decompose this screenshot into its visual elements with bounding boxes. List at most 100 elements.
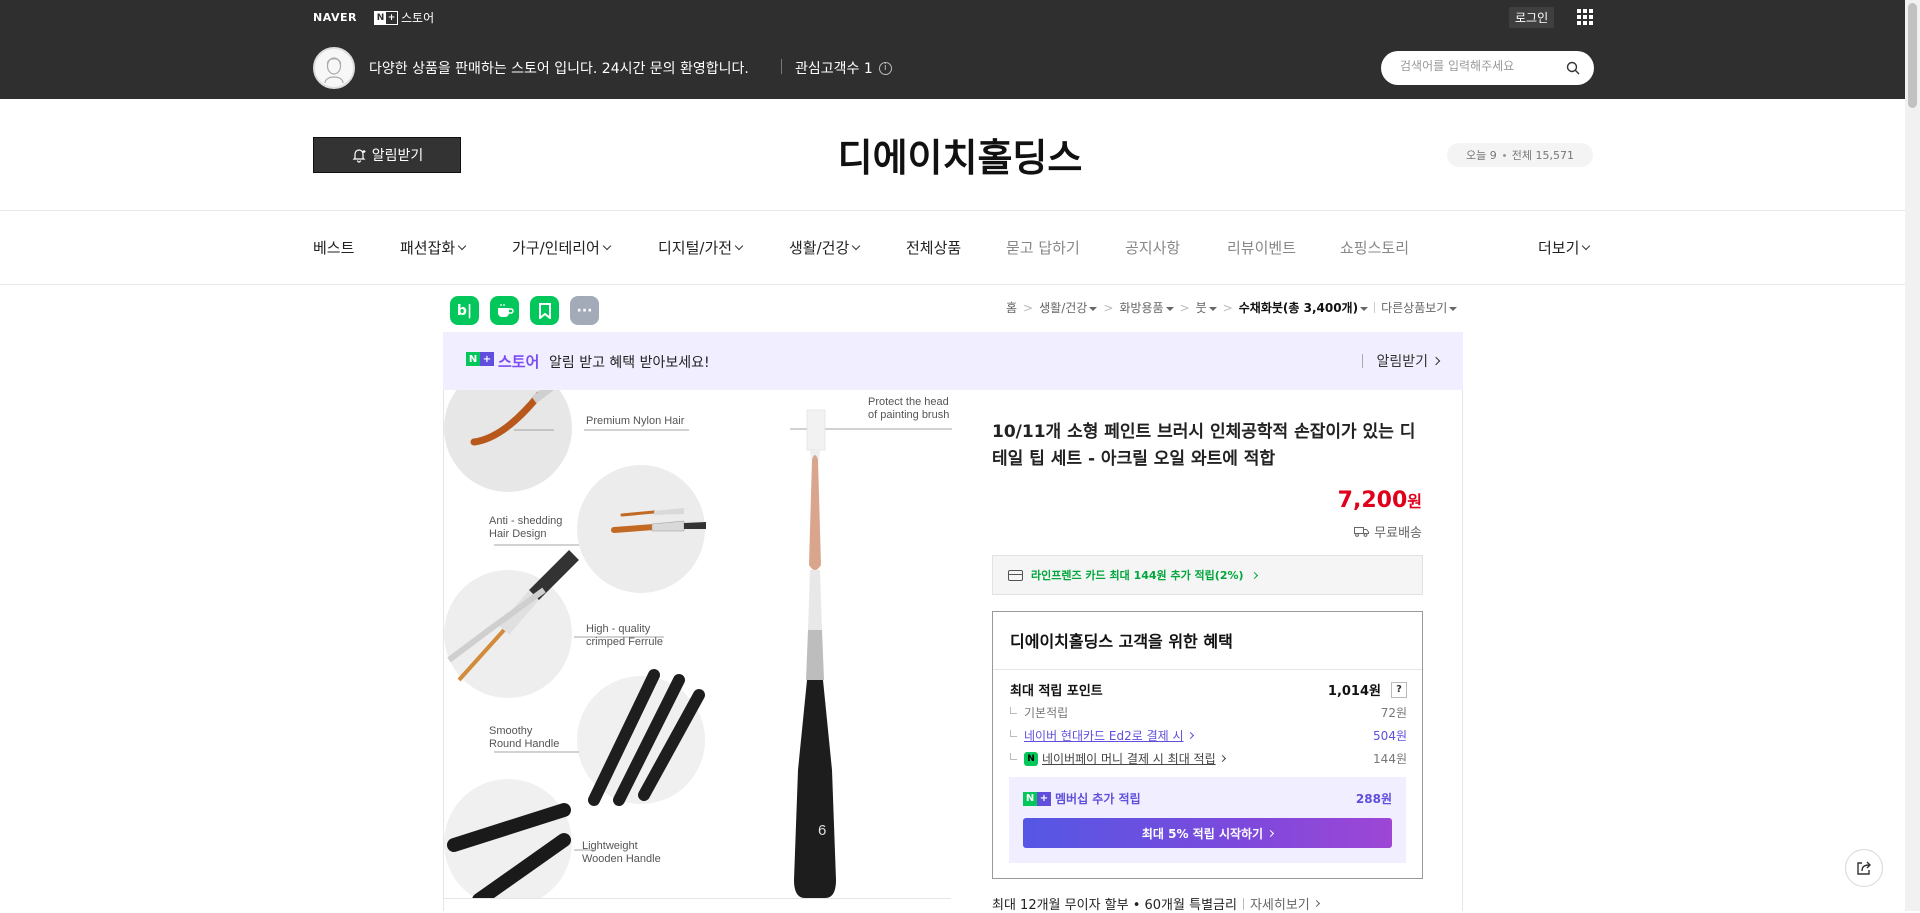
caret-down-icon bbox=[1208, 306, 1217, 311]
basic-points-row: 기본적립 72원 bbox=[1010, 704, 1407, 721]
breadcrumb-other-products[interactable]: 다른상품보기 bbox=[1381, 299, 1458, 316]
store-description: 다양한 상품을 판매하는 스토어 입니다. 24시간 문의 환영합니다. bbox=[369, 61, 749, 77]
product-image[interactable]: Premium Nylon Hair Protect the head of p… bbox=[444, 390, 952, 898]
tree-connector-icon bbox=[1010, 707, 1017, 714]
feature-label: Premium Nylon Hair bbox=[586, 415, 685, 427]
caret-down-icon bbox=[1449, 306, 1458, 311]
shipping-info: 무료배송 bbox=[1340, 522, 1422, 541]
store-avatar[interactable] bbox=[313, 47, 355, 89]
feature-label: High - quality bbox=[586, 623, 651, 635]
brush-size-number: 6 bbox=[818, 822, 827, 839]
n-badge-letter: N bbox=[466, 352, 480, 366]
n-plus-logo: N + bbox=[1023, 791, 1051, 806]
chevron-right-icon bbox=[1267, 829, 1275, 837]
breadcrumb-level2[interactable]: 화방용품 bbox=[1119, 299, 1174, 316]
naver-store-logo[interactable]: N + 스토어 bbox=[374, 9, 434, 26]
nav-item-furniture[interactable]: 가구/인테리어 bbox=[512, 237, 612, 258]
nav-item-shopping-story[interactable]: 쇼핑스토리 bbox=[1340, 237, 1409, 258]
nav-more[interactable]: 더보기 bbox=[1538, 237, 1591, 258]
breadcrumb-separator: > bbox=[1179, 300, 1190, 315]
search-icon[interactable] bbox=[1566, 61, 1580, 75]
max-points-row: 최대 적립 포인트 1,014원? bbox=[1010, 680, 1407, 699]
membership-section: N + 멤버십 추가 적립 288원 최대 5% 적립 시작하기 bbox=[1009, 777, 1406, 863]
share-button[interactable] bbox=[1845, 849, 1883, 887]
share-icon bbox=[1857, 861, 1871, 875]
subscribe-alarm-button[interactable]: 알림받기 bbox=[313, 137, 461, 173]
feature-label: Hair Design bbox=[489, 528, 547, 540]
breadcrumb-separator: > bbox=[1103, 300, 1114, 315]
divider bbox=[1462, 390, 1463, 911]
breadcrumb-level1[interactable]: 생활/건강 bbox=[1039, 299, 1098, 316]
nav-item-all-products[interactable]: 전체상품 bbox=[906, 237, 961, 258]
naver-logo[interactable]: NAVER bbox=[313, 11, 357, 24]
membership-value: 288원 bbox=[1355, 792, 1392, 806]
truck-icon bbox=[1354, 527, 1370, 537]
price-number: 7,200 bbox=[1337, 488, 1408, 513]
card-points-link[interactable]: 네이버 현대카드 Ed2로 결제 시 bbox=[1024, 727, 1184, 744]
basic-points-value: 72원 bbox=[1380, 706, 1407, 720]
top-header: NAVER N + 스토어 로그인 다양한 상품을 판매하는 스토어 입니다. … bbox=[0, 0, 1920, 99]
promo-alarm-label: 알림받기 bbox=[1376, 354, 1428, 370]
start-membership-button[interactable]: 최대 5% 적립 시작하기 bbox=[1023, 818, 1392, 848]
dot-separator bbox=[1502, 153, 1506, 157]
promo-alarm-button[interactable]: 알림받기 bbox=[1362, 351, 1441, 371]
apps-grid-icon[interactable] bbox=[1577, 9, 1593, 25]
shipping-label: 무료배송 bbox=[1374, 526, 1422, 541]
nav-item-living[interactable]: 생활/건강 bbox=[789, 237, 861, 258]
nav-item-review-event[interactable]: 리뷰이벤트 bbox=[1227, 237, 1296, 258]
card-benefit-banner[interactable]: 라인프렌즈 카드 최대 144원 추가 적립(2%) bbox=[992, 555, 1423, 595]
feature-label: Smoothy bbox=[489, 725, 533, 737]
plus-badge-glyph: + bbox=[387, 12, 396, 23]
nav-item-qna[interactable]: 묻고 답하기 bbox=[1006, 237, 1080, 258]
membership-row: N + 멤버십 추가 적립 288원 bbox=[1023, 790, 1392, 807]
login-button[interactable]: 로그인 bbox=[1509, 7, 1555, 28]
nav-item-notice[interactable]: 공지사항 bbox=[1125, 237, 1180, 258]
bell-icon bbox=[352, 149, 366, 163]
feature-label: of painting brush bbox=[868, 409, 950, 421]
feature-label: Wooden Handle bbox=[582, 853, 661, 865]
breadcrumb-current[interactable]: 수채화붓(총 3,400개) bbox=[1239, 299, 1369, 316]
bookmark-icon bbox=[538, 302, 551, 319]
product-title: 10/11개 소형 페인트 브러시 인체공학적 손잡이가 있는 디테일 팁 세트… bbox=[992, 422, 1416, 469]
pay-points-link[interactable]: 네이버페이 머니 결제 시 최대 적립 bbox=[1042, 750, 1216, 767]
blog-share-button[interactable]: b| bbox=[450, 296, 479, 325]
basic-points-label: 기본적립 bbox=[1024, 706, 1069, 720]
bookmark-share-button[interactable] bbox=[530, 296, 559, 325]
divider bbox=[0, 284, 1905, 285]
divider bbox=[0, 210, 1905, 211]
plus-badge-glyph: + bbox=[480, 352, 494, 366]
breadcrumb-level3[interactable]: 붓 bbox=[1196, 299, 1217, 316]
membership-label: 멤버십 추가 적립 bbox=[1055, 792, 1141, 806]
chevron-right-icon bbox=[1218, 754, 1226, 763]
info-icon[interactable]: i bbox=[878, 61, 892, 75]
plus-badge-glyph: + bbox=[1037, 791, 1051, 806]
interest-count: 관심고객수 1 i bbox=[795, 58, 892, 78]
nav-item-best[interactable]: 베스트 bbox=[313, 237, 354, 258]
total-visitors: 전체 15,571 bbox=[1511, 149, 1574, 162]
profile-icon bbox=[315, 49, 353, 87]
card-points-row: 네이버 현대카드 Ed2로 결제 시 504원 bbox=[1010, 727, 1407, 744]
cafe-icon bbox=[497, 303, 514, 317]
visitor-count: 오늘 9 전체 15,571 bbox=[1447, 143, 1593, 167]
search-box bbox=[1381, 51, 1594, 85]
page-scrollbar[interactable] bbox=[1905, 0, 1920, 911]
store-name[interactable]: 디에이치홀딩스 bbox=[760, 127, 1160, 182]
installment-more-link[interactable]: 자세히보기 bbox=[1250, 894, 1320, 913]
chevron-down-icon bbox=[457, 241, 467, 251]
max-points-value: 1,014원 bbox=[1327, 684, 1381, 699]
feature-label: crimped Ferrule bbox=[586, 636, 664, 648]
chevron-right-icon bbox=[1186, 731, 1194, 740]
n-badge-letter: N bbox=[375, 11, 386, 24]
divider bbox=[781, 59, 782, 74]
nav-item-fashion[interactable]: 패션잡화 bbox=[400, 237, 467, 258]
divider bbox=[443, 898, 951, 899]
search-input[interactable] bbox=[1400, 59, 1560, 73]
card-points-value: 504원 bbox=[1373, 729, 1407, 743]
nav-item-digital[interactable]: 디지털/가전 bbox=[658, 237, 744, 258]
cafe-share-button[interactable] bbox=[490, 296, 519, 325]
pay-points-value: 144원 bbox=[1373, 752, 1407, 766]
scrollbar-thumb[interactable] bbox=[1908, 3, 1917, 108]
more-share-button[interactable]: ··· bbox=[570, 296, 599, 325]
help-icon[interactable]: ? bbox=[1391, 681, 1407, 698]
breadcrumb-home[interactable]: 홈 bbox=[1006, 299, 1017, 316]
